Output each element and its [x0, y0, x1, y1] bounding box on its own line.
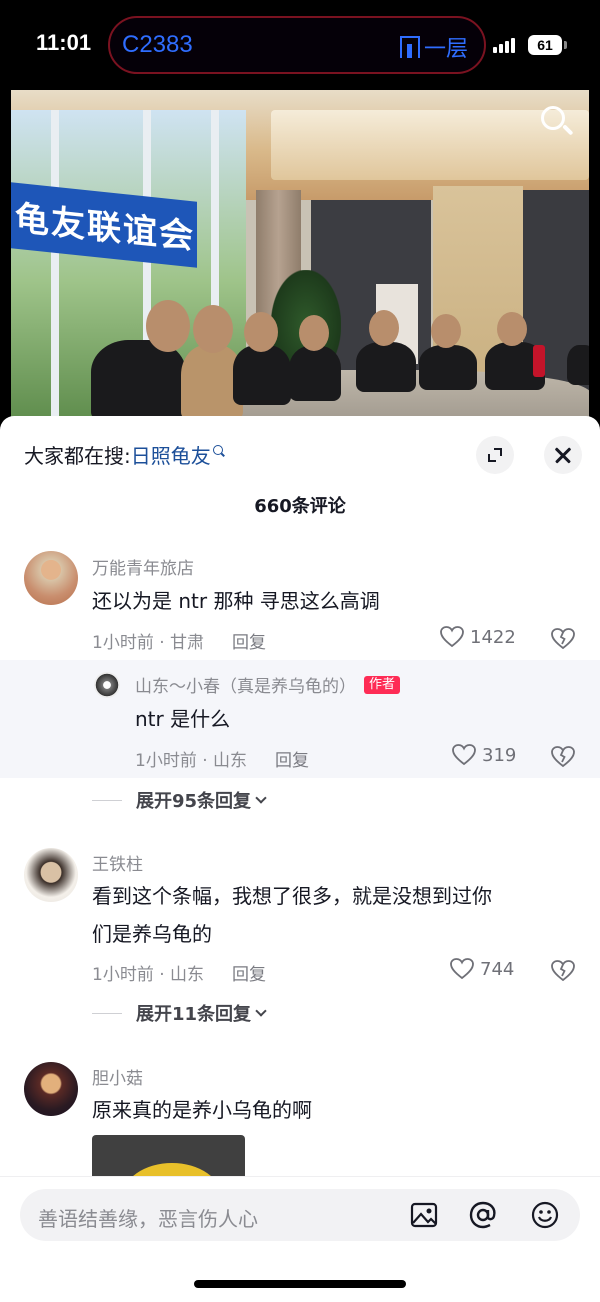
- comment-sheet: 大家都在搜: 日照龟友 660条评论 万能青年旅店 还以为是 ntr 那种 寻思…: [0, 416, 600, 1302]
- reply-button[interactable]: 回复: [275, 746, 309, 771]
- scene-person: [233, 345, 291, 405]
- island-seat-text: 一层: [423, 37, 468, 62]
- expand-replies-button[interactable]: 展开95条回复: [92, 787, 267, 813]
- like-count: 1422: [470, 626, 516, 648]
- trending-search-prefix: 大家都在搜:: [24, 444, 131, 468]
- trending-search[interactable]: 大家都在搜: 日照龟友: [24, 440, 225, 469]
- comment-meta: 1小时前 · 山东 回复: [92, 960, 266, 985]
- signal-icon: [493, 38, 515, 53]
- scene-bottle: [533, 345, 545, 377]
- comment-username[interactable]: 胆小菇: [92, 1064, 143, 1089]
- island-train-number: C2383: [122, 31, 193, 58]
- comment-count: 660条评论: [254, 496, 346, 517]
- trending-search-keyword[interactable]: 日照龟友: [131, 440, 211, 469]
- image-icon[interactable]: [409, 1200, 439, 1230]
- avatar[interactable]: [94, 672, 120, 698]
- chevron-down-icon: [255, 1004, 267, 1017]
- expand-replies-button[interactable]: 展开11条回复: [92, 1000, 267, 1026]
- avatar[interactable]: [24, 1062, 78, 1116]
- expand-button[interactable]: [476, 436, 514, 474]
- avatar[interactable]: [24, 848, 78, 902]
- reply-username[interactable]: 山东～小春（真是养乌龟的）: [135, 672, 356, 697]
- scene-person-head: [299, 315, 329, 351]
- door-icon: [399, 36, 420, 58]
- scene-person-head: [369, 310, 399, 346]
- heart-icon: [450, 958, 474, 980]
- comment-text[interactable]: 还以为是 ntr 那种 寻思这么高调: [92, 582, 380, 620]
- scene-person-head: [146, 300, 190, 352]
- home-indicator[interactable]: [194, 1280, 406, 1288]
- video-search-icon[interactable]: [539, 104, 575, 140]
- like-button[interactable]: 319: [452, 744, 516, 766]
- heart-icon: [452, 744, 476, 766]
- scene-person: [419, 345, 477, 390]
- battery-indicator: 61: [528, 35, 567, 55]
- emoji-icon[interactable]: [530, 1200, 560, 1230]
- reply-username-row: 山东～小春（真是养乌龟的） 作者: [135, 672, 401, 697]
- dislike-icon[interactable]: [551, 746, 575, 768]
- scene-person: [356, 342, 416, 392]
- comment-input-placeholder: 善语结善缘，恶言伤人心: [38, 1207, 258, 1231]
- chevron-down-icon: [255, 791, 267, 804]
- comment-text[interactable]: 原来真的是养小乌龟的啊: [92, 1091, 312, 1129]
- comment-text-line-1[interactable]: 看到这个条幅，我想了很多，就是没想到过你: [92, 877, 492, 915]
- reply-meta: 1小时前 · 山东 回复: [135, 746, 309, 771]
- scene-person-head: [244, 312, 278, 352]
- comment-time-location: 1小时前 · 山东: [92, 965, 205, 985]
- scene-person: [289, 346, 341, 401]
- scene-person-head: [497, 312, 527, 346]
- scene-person: [567, 345, 589, 385]
- comment-meta: 1小时前 · 甘肃 回复: [92, 628, 266, 653]
- mention-icon[interactable]: [468, 1200, 498, 1230]
- comment-username[interactable]: 万能青年旅店: [92, 554, 194, 579]
- comment-time-location: 1小时前 · 甘肃: [92, 633, 205, 653]
- search-icon: [212, 444, 225, 459]
- status-bar: 11:01 C2383 一层 61: [0, 0, 600, 90]
- scene-person-head: [193, 305, 233, 353]
- dislike-icon[interactable]: [551, 628, 575, 650]
- reply-button[interactable]: 回复: [232, 628, 266, 653]
- comment-text-line-2[interactable]: 们是养乌龟的: [92, 915, 212, 953]
- video-player[interactable]: 龟友联谊会: [11, 90, 589, 418]
- comment-username[interactable]: 王铁柱: [92, 850, 143, 875]
- dislike-icon[interactable]: [551, 960, 575, 982]
- author-badge: 作者: [364, 675, 401, 694]
- like-button[interactable]: 1422: [440, 626, 516, 648]
- scene-person-head: [431, 314, 461, 348]
- scene-window-frame: [51, 110, 59, 418]
- like-count: 744: [480, 958, 515, 980]
- scene-person: [91, 340, 186, 418]
- reply-text[interactable]: ntr 是什么: [135, 700, 230, 738]
- island-seat-info: 一层: [399, 31, 468, 63]
- dynamic-island[interactable]: C2383 一层: [108, 16, 486, 74]
- heart-icon: [440, 626, 464, 648]
- avatar[interactable]: [24, 551, 78, 605]
- expand-replies-label: 展开11条回复: [136, 1004, 252, 1025]
- like-count: 319: [482, 744, 517, 766]
- reply-button[interactable]: 回复: [232, 960, 266, 985]
- expand-replies-label: 展开95条回复: [136, 791, 252, 812]
- close-button[interactable]: [544, 436, 582, 474]
- reply-time-location: 1小时前 · 山东: [135, 751, 248, 771]
- like-button[interactable]: 744: [450, 958, 514, 980]
- status-time: 11:01: [36, 30, 92, 55]
